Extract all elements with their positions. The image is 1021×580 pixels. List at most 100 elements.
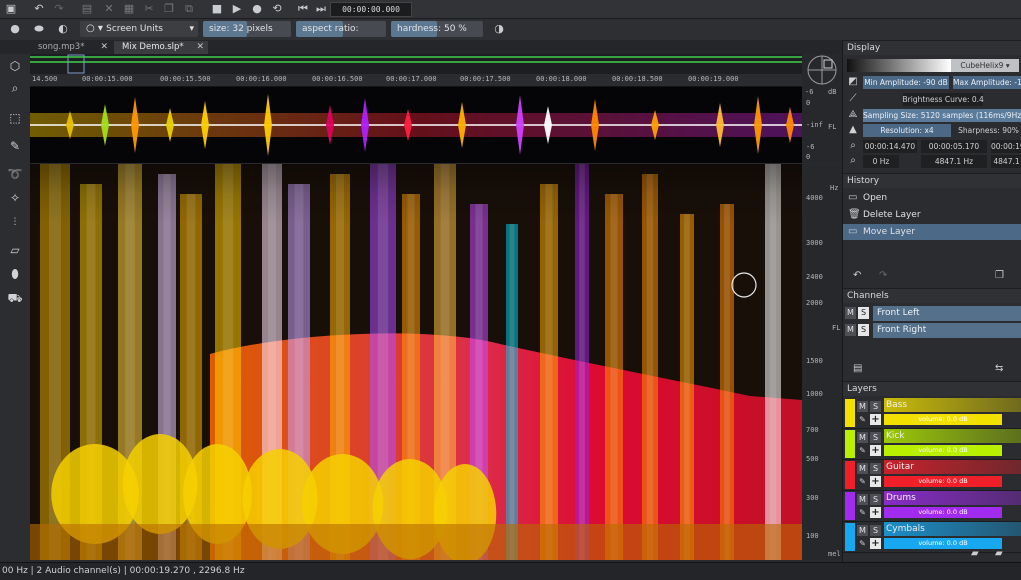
units-dropdown[interactable]: ○ ▾ Screen Units ▾ [80, 21, 198, 37]
mix-icon[interactable]: ⧉ [182, 2, 196, 16]
colormap-gradient[interactable] [847, 59, 951, 72]
crop-icon[interactable]: ▦ [122, 2, 136, 16]
mute-button[interactable]: M [845, 307, 856, 319]
volume-bar[interactable]: volume: 0.0 dB [884, 414, 1002, 425]
volume-bar[interactable]: volume: 0.0 dB [884, 445, 1002, 456]
add-icon[interactable]: + [870, 507, 881, 518]
view-navigator[interactable] [802, 54, 842, 87]
aspect-ratio-slider[interactable]: aspect ratio: 1.00 [296, 21, 386, 50]
play-icon[interactable]: ▶ [230, 2, 244, 16]
solo-button[interactable]: S [858, 307, 869, 319]
layer-row-kick[interactable]: Kick M S ✎ + volume: 0.0 dB [843, 429, 1021, 460]
undo-history-icon[interactable]: ↶ [853, 270, 861, 282]
brush-mode-dot-icon[interactable]: ● [8, 22, 22, 36]
save-icon[interactable]: ▣ [4, 2, 18, 16]
min-amplitude-field[interactable]: Min Amplitude: -90 dB [863, 76, 949, 89]
lasso-icon[interactable]: ➰ [7, 166, 23, 182]
history-item-open[interactable]: ▭ Open [843, 190, 1021, 206]
solo-button[interactable]: S [870, 525, 881, 536]
snapshot-icon[interactable]: ❐ [995, 270, 1004, 282]
shuffle-icon[interactable]: ⇆ [995, 363, 1003, 375]
solo-button[interactable]: S [870, 494, 881, 505]
cube-icon[interactable]: ⬡ [7, 58, 23, 74]
add-icon[interactable]: + [870, 445, 881, 456]
brush-size-icon[interactable]: ⋮ [7, 214, 23, 230]
colormap-dropdown[interactable]: CubeHelix9 ▾ [951, 59, 1019, 72]
solo-button[interactable]: S [870, 401, 881, 412]
mute-button[interactable]: M [857, 432, 868, 443]
max-amplitude-field[interactable]: Max Amplitude: -18 [953, 76, 1021, 89]
magic-wand-icon[interactable]: ✧ [7, 190, 23, 206]
layer-edit-icon[interactable]: ✎ [857, 507, 868, 518]
resolution-field[interactable]: Resolution: x4 [863, 124, 951, 137]
close-icon[interactable]: ✕ [196, 41, 204, 54]
mute-button[interactable]: M [857, 401, 868, 412]
freq-end-field[interactable]: 4847.1 [991, 155, 1021, 168]
overview-navigator[interactable] [30, 54, 802, 74]
history-item-move-layer[interactable]: ▭ Move Layer [843, 224, 1021, 240]
new-folder-icon[interactable]: ▰ [971, 548, 979, 560]
close-icon[interactable]: ✕ [100, 41, 108, 54]
paste-icon[interactable]: ▤ [80, 2, 94, 16]
tab-song[interactable]: song.mp3* ✕ [30, 41, 112, 54]
volume-bar[interactable]: volume: 0.0 dB [884, 507, 1002, 518]
waveform-view[interactable] [30, 87, 802, 163]
brush-mode-half-icon[interactable]: ◐ [56, 22, 70, 36]
sharpness-field[interactable]: Sharpness: 90% [955, 124, 1021, 137]
loop-icon[interactable]: ⟲ [270, 2, 284, 16]
copy-icon[interactable]: ❐ [162, 2, 176, 16]
freq-start-field[interactable]: 0 Hz [863, 155, 899, 168]
undo-icon[interactable]: ↶ [32, 2, 46, 16]
delete-icon[interactable]: ✕ [102, 2, 116, 16]
spectrogram-view[interactable] [30, 164, 802, 560]
eraser-icon[interactable]: ▱ [7, 242, 23, 258]
spray-icon[interactable]: ⛟ [7, 290, 23, 306]
mute-button[interactable]: M [857, 525, 868, 536]
add-icon[interactable]: + [870, 538, 881, 549]
skip-end-icon[interactable]: ⏭ [314, 2, 328, 16]
clone-icon[interactable]: ⬮ [7, 266, 23, 282]
cut-icon[interactable]: ✂ [142, 2, 156, 16]
tab-mix-demo[interactable]: Mix Demo.slp* ✕ [114, 41, 208, 54]
channel-list-icon[interactable]: ▤ [853, 363, 862, 375]
mute-button[interactable]: M [857, 463, 868, 474]
redo-icon[interactable]: ↷ [52, 2, 66, 16]
eyedropper-icon[interactable]: ✎ [7, 138, 23, 154]
layer-row-guitar[interactable]: Guitar M S ✎ + volume: 0.0 dB [843, 460, 1021, 491]
channel-row-front-right[interactable]: M S Front Right [845, 323, 1021, 338]
rect-select-icon[interactable]: ⬚ [7, 110, 23, 126]
solo-button[interactable]: S [858, 324, 869, 336]
layer-row-bass[interactable]: Bass M S ✎ + volume: 0.0 dB [843, 398, 1021, 429]
volume-bar[interactable]: volume: 0.0 dB [884, 538, 1002, 549]
contrast-icon[interactable]: ◑ [492, 22, 506, 36]
new-layer-icon[interactable]: ▰ [995, 548, 1003, 560]
zoom-icon[interactable]: ⌕ [7, 80, 23, 96]
time-end-field[interactable]: 00:00:19.6 [991, 140, 1021, 153]
solo-button[interactable]: S [870, 432, 881, 443]
layer-edit-icon[interactable]: ✎ [857, 476, 868, 487]
mute-button[interactable]: M [845, 324, 856, 336]
redo-history-icon[interactable]: ↷ [879, 270, 887, 282]
freq-length-field[interactable]: 4847.1 Hz [921, 155, 987, 168]
add-icon[interactable]: + [870, 414, 881, 425]
layer-row-drums[interactable]: Drums M S ✎ + volume: 0.0 dB [843, 491, 1021, 522]
brush-mode-pill-icon[interactable]: ⬬ [32, 22, 46, 36]
layer-edit-icon[interactable]: ✎ [857, 414, 868, 425]
solo-button[interactable]: S [870, 463, 881, 474]
history-item-delete-layer[interactable]: 🗑 Delete Layer [843, 207, 1021, 223]
brightness-curve-field[interactable]: Brightness Curve: 0.4 [863, 93, 1021, 106]
timeline-ruler[interactable]: 14.500 00:00:15.000 00:00:15.500 00:00:1… [30, 74, 802, 87]
time-start-field[interactable]: 00:00:14.470 [863, 140, 917, 153]
hardness-slider[interactable]: hardness: 50 % [391, 21, 483, 37]
volume-bar[interactable]: volume: 0.0 dB [884, 476, 1002, 487]
sampling-size-field[interactable]: Sampling Size: 5120 samples (116ms/9Hz) [863, 109, 1021, 122]
stop-icon[interactable]: ■ [210, 2, 224, 16]
layer-edit-icon[interactable]: ✎ [857, 538, 868, 549]
size-slider[interactable]: size: 32 pixels [203, 21, 291, 37]
time-length-field[interactable]: 00:00:05.170 [921, 140, 987, 153]
skip-start-icon[interactable]: ⏮ [296, 2, 310, 16]
channel-row-front-left[interactable]: M S Front Left [845, 306, 1021, 321]
add-icon[interactable]: + [870, 476, 881, 487]
mute-button[interactable]: M [857, 494, 868, 505]
layer-edit-icon[interactable]: ✎ [857, 445, 868, 456]
